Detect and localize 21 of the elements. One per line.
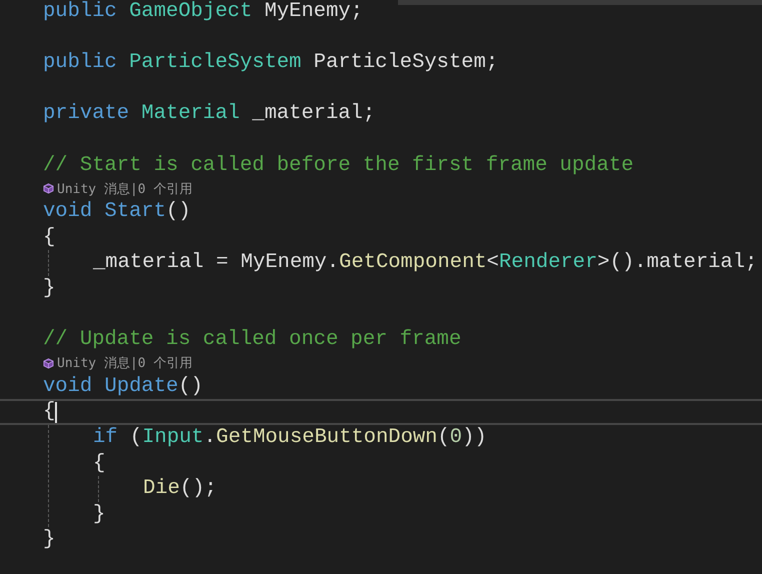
- code-line: {: [93, 450, 106, 476]
- code-line: }: [43, 527, 56, 553]
- code-line: public GameObject MyEnemy;: [43, 0, 363, 25]
- cube-icon: [43, 183, 54, 194]
- code-line: {: [43, 399, 56, 425]
- code-line: _material = MyEnemy.GetComponent<Renderer>().material;: [93, 250, 758, 276]
- code-line: // Update is called once per frame: [43, 327, 462, 353]
- cube-icon: [43, 358, 54, 369]
- codelens-label[interactable]: Unity 消息|0 个引用: [57, 180, 192, 198]
- code-line: if (Input.GetMouseButtonDown(0)): [93, 424, 487, 450]
- code-line: public ParticleSystem ParticleSystem;: [43, 50, 498, 76]
- codelens-label[interactable]: Unity 消息|0 个引用: [57, 354, 192, 372]
- code-line: {: [43, 224, 56, 250]
- code-line: void Start(): [43, 199, 191, 225]
- code-line: private Material _material;: [43, 101, 376, 127]
- code-line: void Update(): [43, 374, 203, 400]
- text-cursor: [55, 402, 58, 423]
- code-line: // Start is called before the first frame update: [43, 152, 634, 178]
- code-line: Die();: [143, 476, 217, 502]
- code-line: }: [43, 276, 56, 302]
- code-line: }: [93, 502, 106, 528]
